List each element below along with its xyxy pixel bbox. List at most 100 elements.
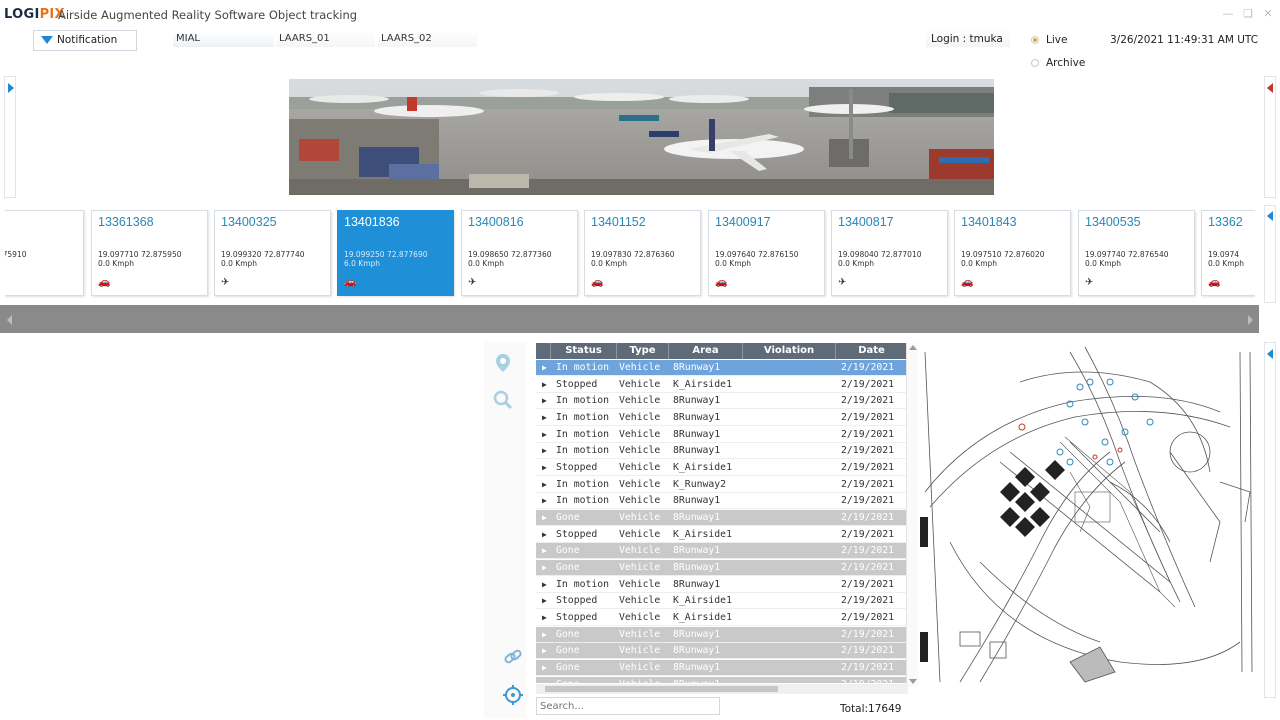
table-row[interactable]: ▶ Gone Vehicle 8Runway1 2/19/2021 bbox=[536, 643, 908, 660]
table-row[interactable]: ▶ Gone Vehicle 8Runway1 2/19/2021 bbox=[536, 559, 908, 576]
cards-scrollbar[interactable] bbox=[0, 305, 1259, 333]
row-expand-icon[interactable]: ▶ bbox=[542, 543, 547, 559]
column-area[interactable]: Area bbox=[669, 343, 743, 359]
grid-vertical-scrollbar[interactable] bbox=[906, 343, 918, 687]
tracked-object-card[interactable]: 13400817 19.098040 72.877010 0.0 Kmph ✈ bbox=[831, 210, 948, 296]
row-expand-icon[interactable]: ▶ bbox=[542, 427, 547, 443]
tracked-object-card[interactable]: 13401836 19.099250 72.877690 6.0 Kmph 🚗 bbox=[337, 210, 454, 296]
cell-date: 2/19/2021 bbox=[841, 578, 895, 590]
column-status[interactable]: Status bbox=[551, 343, 617, 359]
tab-laars-02[interactable]: LAARS_02 bbox=[378, 31, 477, 47]
row-expand-icon[interactable]: ▶ bbox=[542, 393, 547, 409]
scroll-down-icon[interactable] bbox=[909, 679, 917, 684]
table-row[interactable]: ▶ Gone Vehicle 8Runway1 2/19/2021 bbox=[536, 626, 908, 643]
column-date[interactable]: Date bbox=[836, 343, 908, 359]
right-panel-toggle-top[interactable] bbox=[1264, 76, 1276, 198]
table-row[interactable]: ▶ In motion Vehicle 8Runway1 2/19/2021 bbox=[536, 393, 908, 410]
left-panel-toggle[interactable] bbox=[4, 76, 16, 198]
row-expand-icon[interactable]: ▶ bbox=[542, 410, 547, 426]
cell-status: Gone bbox=[556, 677, 580, 683]
table-row[interactable]: ▶ In motion Vehicle 8Runway1 2/19/2021 bbox=[536, 427, 908, 443]
row-expand-icon[interactable]: ▶ bbox=[542, 443, 547, 459]
crosshair-target-icon[interactable] bbox=[502, 684, 524, 706]
row-expand-icon[interactable]: ▶ bbox=[542, 560, 547, 576]
row-expand-icon[interactable]: ▶ bbox=[542, 660, 547, 676]
column-violation[interactable]: Violation bbox=[743, 343, 836, 359]
table-row[interactable]: ▶ Gone Vehicle 8Runway1 2/19/2021 bbox=[536, 659, 908, 676]
vehicle-icon: 🚗 bbox=[591, 277, 604, 288]
airport-map[interactable] bbox=[920, 342, 1262, 684]
vehicle-icon: 🚗 bbox=[1208, 277, 1221, 288]
object-speed: 0.0 Kmph bbox=[961, 259, 998, 268]
cell-area: 8Runway1 bbox=[673, 645, 721, 657]
row-expand-icon[interactable]: ▶ bbox=[542, 510, 547, 526]
tab-mial[interactable]: MIAL bbox=[173, 31, 274, 47]
cell-date: 2/19/2021 bbox=[841, 362, 895, 373]
cell-type: Vehicle bbox=[619, 545, 661, 557]
scroll-left-icon[interactable] bbox=[7, 315, 12, 325]
grid-horizontal-scroll-thumb[interactable] bbox=[545, 686, 778, 692]
column-type[interactable]: Type bbox=[617, 343, 669, 359]
dropdown-triangle-icon bbox=[41, 36, 53, 44]
table-row[interactable]: ▶ Gone Vehicle 8Runway1 2/19/2021 bbox=[536, 676, 908, 683]
cell-area: K_Runway2 bbox=[673, 478, 727, 490]
row-expand-icon[interactable]: ▶ bbox=[542, 527, 547, 543]
table-row[interactable]: ▶ In motion Vehicle 8Runway1 2/19/2021 bbox=[536, 360, 908, 376]
tracked-object-card[interactable]: 13401843 19.097510 72.876020 0.0 Kmph 🚗 bbox=[954, 210, 1071, 296]
row-expand-icon[interactable]: ▶ bbox=[542, 460, 547, 476]
row-expand-icon[interactable]: ▶ bbox=[542, 643, 547, 659]
vehicle-icon: 🚗 bbox=[98, 277, 111, 288]
cell-date: 2/19/2021 bbox=[841, 411, 895, 423]
tracked-object-card[interactable]: 13400535 19.097740 72.876540 0.0 Kmph ✈ bbox=[1078, 210, 1195, 296]
scroll-right-icon[interactable] bbox=[1248, 315, 1253, 325]
tracked-object-card[interactable]: 13400325 19.099320 72.877740 0.0 Kmph ✈ bbox=[214, 210, 331, 296]
cell-status: In motion bbox=[556, 478, 610, 490]
minimize-icon[interactable]: — bbox=[1222, 8, 1234, 20]
row-expand-icon[interactable]: ▶ bbox=[542, 610, 547, 626]
tab-laars-01[interactable]: LAARS_01 bbox=[276, 31, 375, 47]
cell-status: In motion bbox=[556, 362, 610, 373]
scroll-up-icon[interactable] bbox=[909, 345, 917, 350]
row-expand-icon[interactable]: ▶ bbox=[542, 577, 547, 593]
table-row[interactable]: ▶ Gone Vehicle 8Runway1 2/19/2021 bbox=[536, 509, 908, 526]
object-id: 13401843 bbox=[961, 215, 1017, 229]
tracked-object-card[interactable]: 573340 72.875910h🚗 bbox=[5, 210, 84, 296]
table-row[interactable]: ▶ In motion Vehicle 8Runway1 2/19/2021 bbox=[536, 577, 908, 593]
notification-button[interactable]: Notification bbox=[33, 30, 137, 51]
table-row[interactable]: ▶ In motion Vehicle K_Runway2 2/19/2021 bbox=[536, 477, 908, 493]
tracked-object-card[interactable]: 13400917 19.097640 72.876150 0.0 Kmph 🚗 bbox=[708, 210, 825, 296]
login-text[interactable]: Login : tmuka bbox=[931, 33, 1003, 45]
table-row[interactable]: ▶ Stopped Vehicle K_Airside1 2/19/2021 bbox=[536, 377, 908, 393]
aircraft-icon: ✈ bbox=[221, 277, 230, 288]
tracked-object-card[interactable]: 13400816 19.098650 72.877360 0.0 Kmph ✈ bbox=[461, 210, 578, 296]
archive-radio[interactable] bbox=[1031, 59, 1039, 67]
row-expand-icon[interactable]: ▶ bbox=[542, 677, 547, 683]
row-expand-icon[interactable]: ▶ bbox=[542, 377, 547, 393]
table-row[interactable]: ▶ In motion Vehicle 8Runway1 2/19/2021 bbox=[536, 493, 908, 510]
live-radio[interactable] bbox=[1031, 36, 1039, 44]
close-icon[interactable]: ✕ bbox=[1262, 8, 1274, 20]
row-expand-icon[interactable]: ▶ bbox=[542, 493, 547, 509]
row-expand-icon[interactable]: ▶ bbox=[542, 477, 547, 493]
row-expand-icon[interactable]: ▶ bbox=[542, 360, 547, 376]
right-panel-toggle-mid[interactable] bbox=[1264, 205, 1276, 303]
restore-icon[interactable]: ❏ bbox=[1242, 8, 1254, 20]
object-speed: 0.0 Kmph bbox=[221, 259, 258, 268]
table-row[interactable]: ▶ In motion Vehicle 8Runway1 2/19/2021 bbox=[536, 443, 908, 460]
link-icon[interactable] bbox=[502, 646, 524, 668]
table-row[interactable]: ▶ Stopped Vehicle K_Airside1 2/19/2021 bbox=[536, 460, 908, 476]
tracked-object-card[interactable]: 13362 19.0974 0.0 Kmph 🚗 bbox=[1201, 210, 1255, 296]
tracked-object-card[interactable]: 13361368 19.097710 72.875950 0.0 Kmph 🚗 bbox=[91, 210, 208, 296]
table-row[interactable]: ▶ Stopped Vehicle K_Airside1 2/19/2021 bbox=[536, 527, 908, 543]
right-panel-toggle-bottom[interactable] bbox=[1264, 342, 1276, 698]
table-row[interactable]: ▶ Gone Vehicle 8Runway1 2/19/2021 bbox=[536, 543, 908, 560]
row-expand-icon[interactable]: ▶ bbox=[542, 593, 547, 609]
zoom-search-icon[interactable] bbox=[492, 389, 514, 411]
row-expand-icon[interactable]: ▶ bbox=[542, 627, 547, 643]
search-input[interactable] bbox=[536, 697, 720, 715]
tracked-object-card[interactable]: 13401152 19.097830 72.876360 0.0 Kmph 🚗 bbox=[584, 210, 701, 296]
location-pin-icon[interactable] bbox=[492, 352, 514, 374]
table-row[interactable]: ▶ Stopped Vehicle K_Airside1 2/19/2021 bbox=[536, 593, 908, 610]
table-row[interactable]: ▶ Stopped Vehicle K_Airside1 2/19/2021 bbox=[536, 610, 908, 626]
table-row[interactable]: ▶ In motion Vehicle 8Runway1 2/19/2021 bbox=[536, 410, 908, 426]
